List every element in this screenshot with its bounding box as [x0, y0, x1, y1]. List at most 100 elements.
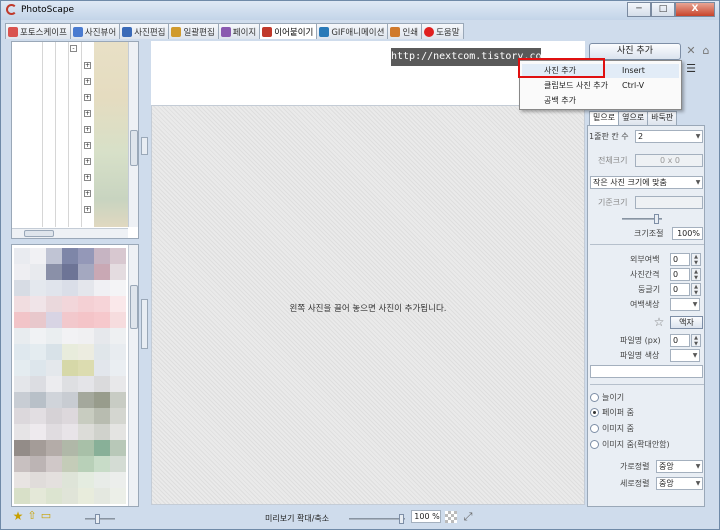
slider-knob[interactable] — [399, 514, 404, 524]
preview-zoom-slider[interactable] — [349, 514, 405, 524]
select-value: 작은 사진 크기에 맞춤 — [593, 178, 667, 187]
radio-circle[interactable] — [590, 424, 599, 433]
tree-expand-icon[interactable]: + — [84, 62, 91, 69]
tab-viewer[interactable]: 사진뷰어 — [69, 23, 121, 39]
radio-image-zoom-no-enlarge[interactable]: 이미지 줌(확대안함) — [590, 439, 670, 450]
margin-color-picker[interactable]: ▼ — [670, 298, 700, 311]
panel-splitter[interactable] — [140, 41, 150, 507]
tree-expand-icon[interactable]: + — [84, 142, 91, 149]
combine-canvas[interactable]: 왼쪽 사진을 끌어 놓으면 사진이 추가됩니다. — [151, 105, 585, 505]
tree-expand-icon[interactable]: + — [84, 190, 91, 197]
tab-editor[interactable]: 사진편집 — [119, 23, 170, 39]
folder-tree[interactable]: - + + + + + + + + + + — [11, 41, 139, 239]
print-tab-icon — [390, 26, 401, 37]
radio-label: 이미지 줌(확대안함) — [602, 440, 670, 449]
chevron-down-icon: ▼ — [695, 133, 701, 140]
tab-label: 이어붙이기 — [274, 27, 314, 38]
tab-horizontal[interactable]: 옆으로 — [618, 111, 649, 125]
page-tab-icon — [220, 26, 231, 37]
tab-print[interactable]: 인쇄 — [387, 23, 423, 39]
outer-margin-field[interactable]: 0 — [670, 253, 690, 266]
thumbnail-grid[interactable] — [14, 248, 126, 504]
tab-gif[interactable]: GIF애니메이션 — [316, 23, 389, 39]
tab-photoscape[interactable]: 포토스케이프 — [5, 23, 71, 39]
remove-icon[interactable]: ✕ — [684, 44, 698, 58]
tree-collapse-icon[interactable]: - — [70, 45, 77, 52]
tab-label: 포토스케이프 — [20, 27, 67, 38]
tree-expand-icon[interactable]: + — [84, 206, 91, 213]
trash-icon[interactable]: ⌂ — [699, 44, 713, 58]
scroll-thumb[interactable] — [130, 285, 138, 329]
frame-line-spinner[interactable]: ▲ ▼ — [691, 334, 701, 347]
tree-expand-icon[interactable]: + — [84, 78, 91, 85]
radio-image-zoom[interactable]: 이미지 줌 — [590, 423, 634, 434]
menu-item-shortcut: Ctrl-V — [622, 81, 645, 90]
frame-line-field[interactable]: 0 — [670, 334, 690, 347]
minimize-button[interactable]: ─ — [627, 2, 651, 17]
scale-field[interactable]: 100% — [672, 227, 703, 240]
radio-label: 이미지 줌 — [602, 424, 634, 433]
rounding-spinner[interactable]: ▲ ▼ — [691, 283, 701, 296]
base-size-slider[interactable] — [622, 214, 662, 224]
h-align-select[interactable]: 중앙 ▼ — [656, 460, 703, 473]
tab-help[interactable]: 도움말 — [421, 23, 464, 39]
tree-expand-icon[interactable]: + — [84, 174, 91, 181]
v-align-label: 세로정렬 — [620, 479, 650, 488]
tab-page[interactable]: 페이지 — [217, 23, 261, 39]
menu-item-add-clipboard[interactable]: 클립보드 사진 추가 Ctrl-V — [522, 79, 679, 93]
star-icon[interactable]: ★ — [11, 509, 25, 523]
maximize-button[interactable]: □ — [651, 2, 675, 17]
slider-knob[interactable] — [654, 214, 659, 224]
list-icon[interactable]: ☰ — [684, 62, 698, 76]
chevron-down-icon: ▼ — [695, 463, 701, 470]
menu-item-shortcut: Insert — [622, 66, 645, 75]
select-value: 중앙 — [659, 462, 674, 471]
tab-combine[interactable]: 이어붙이기 — [259, 23, 318, 39]
grid-count-select[interactable]: 2 ▼ — [635, 130, 703, 143]
folder-icon[interactable]: ▭ — [39, 509, 53, 523]
zoom-value-field[interactable]: 100 % — [411, 510, 441, 523]
thumbnail-list[interactable] — [11, 244, 139, 507]
base-size-label: 기준크기 — [598, 198, 628, 207]
radio-paper-zoom[interactable]: 페이퍼 줌 — [590, 407, 634, 418]
tree-expand-icon[interactable]: + — [84, 94, 91, 101]
menu-item-add-blank[interactable]: 공백 추가 — [522, 94, 679, 108]
tree-expand-icon[interactable]: + — [84, 110, 91, 117]
star-icon[interactable]: ☆ — [652, 315, 666, 329]
outer-margin-spinner[interactable]: ▲ ▼ — [691, 253, 701, 266]
frame-line-color-picker[interactable]: ▼ — [670, 349, 700, 362]
v-align-select[interactable]: 중앙 ▼ — [656, 477, 703, 490]
fit-option-select[interactable]: 작은 사진 크기에 맞춤 ▼ — [590, 176, 703, 189]
fit-screen-icon[interactable]: ⤢ — [461, 510, 475, 524]
frame-button[interactable]: 액자 — [670, 316, 703, 329]
help-tab-icon — [424, 26, 435, 37]
spacing-field[interactable]: 0 — [670, 268, 690, 281]
h-align-label: 가로정렬 — [620, 462, 650, 471]
rounding-field[interactable]: 0 — [670, 283, 690, 296]
slider-knob[interactable] — [95, 514, 100, 524]
tree-expand-icon[interactable]: + — [84, 158, 91, 165]
spacing-spinner[interactable]: ▲ ▼ — [691, 268, 701, 281]
tab-batch[interactable]: 일괄편집 — [168, 23, 219, 39]
tab-grid[interactable]: 바둑판 — [647, 111, 678, 125]
radio-circle[interactable] — [590, 440, 599, 449]
radio-circle[interactable] — [590, 393, 599, 402]
radio-stretch[interactable]: 늘이기 — [590, 392, 624, 403]
tree-expand-icon[interactable]: + — [84, 126, 91, 133]
close-button[interactable]: X — [675, 2, 715, 17]
tree-vertical-scrollbar[interactable] — [128, 42, 138, 227]
tree-horizontal-scrollbar[interactable] — [12, 228, 128, 238]
transparency-grid-icon[interactable] — [445, 511, 457, 523]
splitter-grip[interactable] — [141, 137, 148, 155]
splitter-grip[interactable] — [141, 299, 148, 349]
radio-circle[interactable] — [590, 408, 599, 417]
tab-vertical[interactable]: 밑으로 — [589, 111, 620, 125]
thumbnail-vertical-scrollbar[interactable] — [128, 245, 138, 506]
thumbnail-size-slider[interactable] — [85, 514, 115, 524]
scroll-thumb[interactable] — [130, 130, 138, 166]
folder-up-icon[interactable]: ⇧ — [25, 509, 39, 523]
select-value: 2 — [638, 132, 644, 141]
scroll-thumb[interactable] — [24, 230, 54, 237]
settings-body: 1줄판 칸 수 2 ▼ 전체크기 0 x 0 작은 사진 크기에 맞춤 ▼ 기준크기… — [587, 125, 705, 507]
tab-label: 도움말 — [436, 27, 460, 38]
